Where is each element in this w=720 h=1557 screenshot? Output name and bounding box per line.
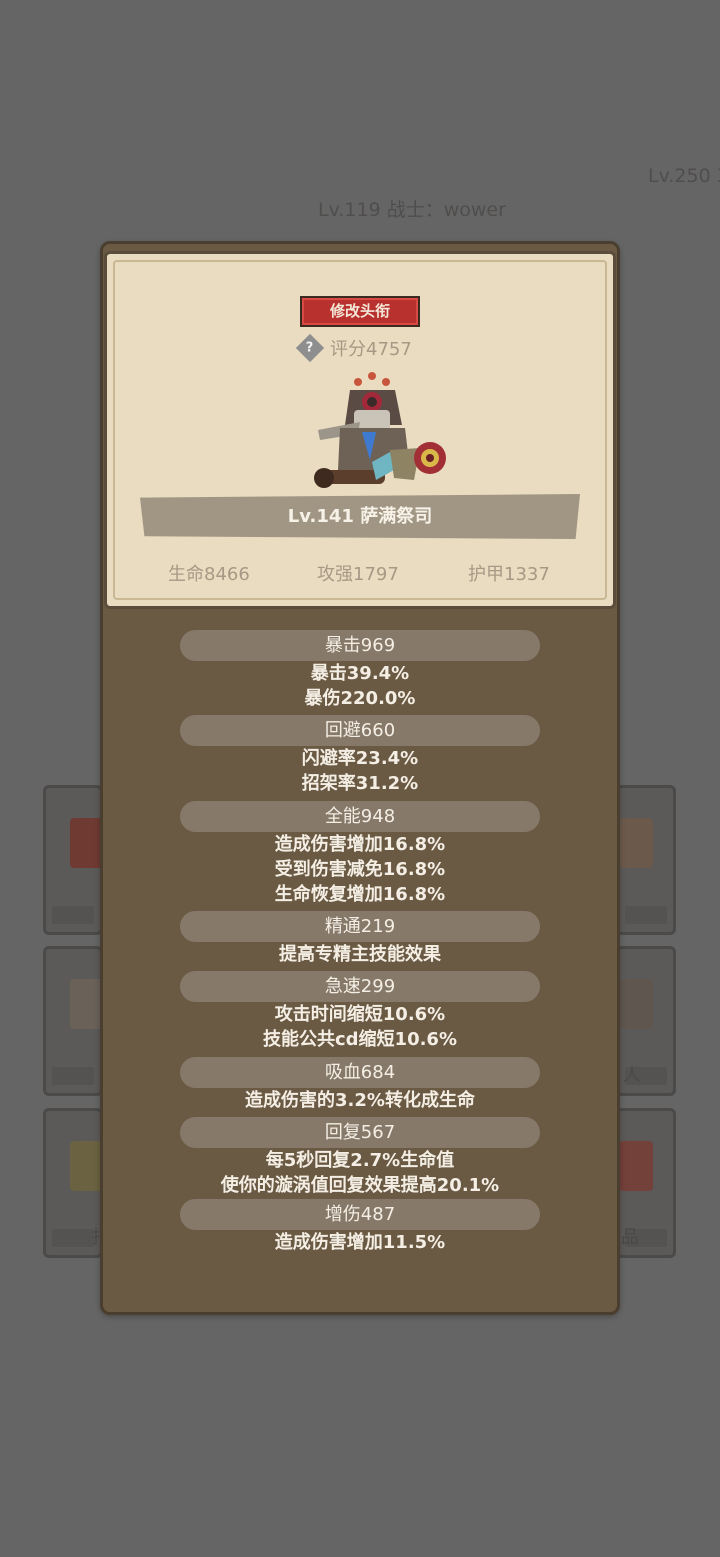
attribute-header-crit: 暴击969 [180,630,540,661]
item-icon [70,1141,104,1191]
attribute-header-haste: 急速299 [180,971,540,1002]
attribute-header-mastery: 精通219 [180,911,540,942]
background-equipment-slot [616,785,676,935]
attribute-header-regen: 回复567 [180,1117,540,1148]
attribute-line: 技能公共cd缩短10.6% [262,1029,457,1050]
hero-name-banner: Lv.141 萨满祭司 [140,494,580,539]
background-level-text: Lv.250 3 [648,165,720,187]
slot-label-strip [52,1067,94,1085]
rename-title-button[interactable]: 修改头衔 [300,296,420,327]
attribute-line: 使你的漩涡值回复效果提高20.1% [220,1175,500,1196]
attribute-line: 造成伤害增加16.8% [274,834,446,855]
item-icon [619,818,653,868]
item-icon [70,818,104,868]
background-equipment-slot [43,785,104,935]
score-text: 评分4757 [330,339,412,360]
slot-label: 品 [621,1227,639,1248]
attribute-line: 攻击时间缩短10.6% [274,1004,446,1025]
attribute-line: 暴击39.4% [310,663,410,684]
item-icon [619,979,653,1029]
attribute-line: 暴伤220.0% [304,688,416,709]
hp-stat: 生命8466 [168,564,250,585]
background-equipment-slot [43,946,104,1096]
armor-stat: 护甲1337 [468,564,550,585]
attribute-line: 造成伤害增加11.5% [274,1232,446,1253]
attribute-line: 生命恢复增加16.8% [274,884,446,905]
attribute-header-versatility: 全能948 [180,801,540,832]
attack-stat: 攻强1797 [317,564,399,585]
background-equipment-slot: 人 [616,946,676,1096]
attribute-line: 闪避率23.4% [301,748,419,769]
attribute-line: 造成伤害的3.2%转化成生命 [245,1090,475,1111]
attribute-header-evasion: 回避660 [180,715,540,746]
background-equipment-slot: 指 [43,1108,110,1258]
background-player-title: Lv.119 战士：wower [318,199,506,221]
background-equipment-slot: 品 [616,1108,676,1258]
slot-label: 人 [623,1065,641,1086]
attribute-line: 招架率31.2% [301,773,419,794]
item-icon [619,1141,653,1191]
attribute-line: 提高专精主技能效果 [279,944,441,965]
slot-label-strip [625,906,667,924]
slot-label-strip [52,1229,94,1247]
attribute-line: 每5秒回复2.7%生命值 [265,1150,455,1171]
attribute-header-damage-bonus: 增伤487 [180,1199,540,1230]
item-icon [70,979,104,1029]
score-row: ? 评分4757 [295,333,412,363]
attribute-line: 受到伤害减免16.8% [274,859,446,880]
hero-sprite [314,372,446,488]
slot-label-strip [52,906,94,924]
help-icon[interactable]: ? [295,333,325,363]
help-icon-glyph: ? [306,340,314,356]
attribute-header-leech: 吸血684 [180,1057,540,1088]
